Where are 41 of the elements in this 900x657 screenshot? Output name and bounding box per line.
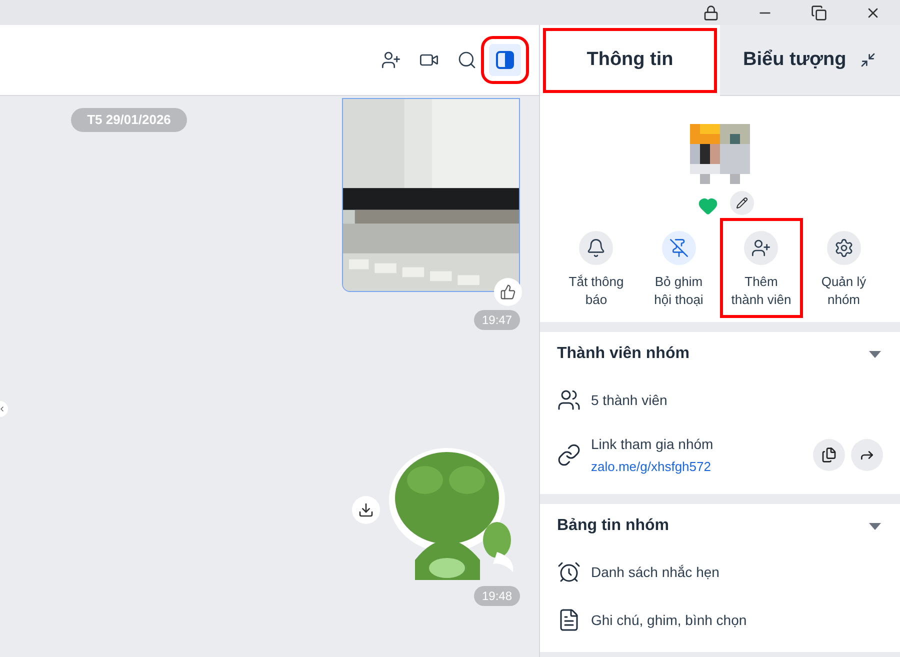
quick-action[interactable]: Quản lý nhóm — [802, 218, 885, 318]
members-icon — [557, 388, 581, 412]
message-time: 19:48 — [474, 586, 520, 606]
share-button[interactable] — [851, 439, 883, 471]
edit-button[interactable] — [730, 191, 754, 215]
add-member-icon — [381, 50, 401, 70]
unpin-icon — [668, 238, 689, 258]
quick-action[interactable]: Tắt thông báo — [555, 218, 638, 318]
quick-action[interactable]: Thêm thành viên — [720, 218, 802, 318]
settings-icon — [834, 238, 854, 258]
panel-list-item[interactable]: Link tham gia nhóm zalo.me/g/xhsfgh572 — [557, 424, 883, 486]
copy-button[interactable] — [813, 439, 845, 471]
collapse-icon[interactable] — [860, 52, 876, 68]
copy-icon — [821, 447, 837, 463]
panel-tab[interactable]: Biểu tượng — [720, 25, 860, 96]
caret-icon[interactable] — [869, 350, 881, 358]
pencil-icon — [736, 197, 748, 209]
panel-button[interactable] — [489, 44, 521, 76]
quick-action[interactable]: Bỏ ghim hội thoại — [638, 218, 720, 318]
panel-list-item[interactable]: Ghi chú, ghim, bình chọn — [557, 596, 883, 644]
date-label: T5 29/01/2026 — [71, 108, 187, 132]
side-panel-icon — [495, 50, 515, 70]
link-icon — [557, 443, 581, 467]
panel-list-item[interactable]: 5 thành viên — [557, 376, 883, 424]
group-avatar — [690, 124, 750, 184]
like-button[interactable] — [494, 278, 522, 306]
search-icon — [457, 50, 477, 70]
alarm-clock-icon — [557, 560, 581, 584]
section-title: Thành viên nhóm — [557, 344, 690, 364]
download-button[interactable] — [352, 496, 380, 524]
panel-list-item[interactable]: Danh sách nhắc hẹn — [557, 548, 883, 596]
message-time: 19:47 — [474, 310, 520, 330]
section-title: Bảng tin nhóm — [557, 516, 669, 536]
thumbs-up-icon — [500, 284, 516, 300]
heart-icon — [698, 196, 718, 216]
download-icon — [358, 502, 374, 518]
panel-tab[interactable]: Thông tin — [540, 25, 720, 96]
bell-icon — [586, 238, 606, 258]
caret-icon[interactable] — [869, 522, 881, 530]
add-member-icon — [751, 238, 772, 258]
group-link[interactable]: zalo.me/g/xhsfgh572 — [591, 456, 803, 476]
